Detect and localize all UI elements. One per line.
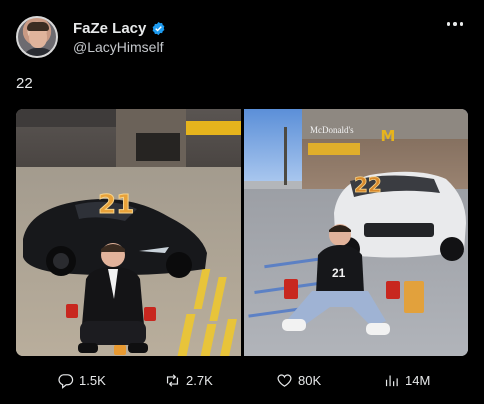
handle[interactable]: @LacyHimself — [73, 39, 166, 55]
food-bag — [114, 345, 126, 355]
tweet-header: FaZe Lacy @LacyHimself — [16, 15, 470, 59]
awning — [186, 121, 241, 135]
awning — [307, 143, 360, 155]
views-button[interactable]: 14M — [383, 367, 430, 393]
reply-icon — [58, 373, 74, 389]
food-bag — [403, 281, 424, 313]
avatar[interactable] — [16, 16, 58, 58]
more-dot — [459, 22, 464, 26]
reply-button[interactable]: 1.5K — [57, 367, 106, 393]
mcdonalds-arch-icon: M — [380, 127, 396, 145]
views-count: 14M — [405, 372, 431, 388]
display-name[interactable]: FaZe Lacy — [73, 20, 146, 37]
window — [136, 133, 180, 161]
more-icon[interactable] — [444, 17, 466, 31]
reply-count: 1.5K — [79, 372, 106, 388]
cake-numbers-21: 21 — [98, 190, 135, 218]
store-sign: McDonald's — [310, 125, 354, 135]
fries-box — [283, 279, 298, 299]
verified-icon[interactable] — [151, 21, 166, 36]
palm-tree — [283, 127, 287, 185]
fries-box — [144, 307, 156, 321]
tweet-card: FaZe Lacy @LacyHimself 22 21 McDonald's … — [0, 0, 484, 404]
avatar-hair — [27, 22, 49, 31]
media-grid: 21 McDonald's M 22 21 — [16, 109, 468, 356]
repost-icon — [166, 373, 179, 387]
fries-box — [66, 304, 78, 318]
like-button[interactable]: 80K — [276, 367, 321, 393]
more-dot — [453, 22, 457, 26]
more-dot — [446, 22, 451, 26]
like-count: 80K — [298, 372, 322, 388]
building-roof — [16, 109, 126, 127]
repost-count: 2.7K — [186, 372, 213, 388]
photo-right[interactable]: McDonald's M 22 21 — [243, 109, 468, 356]
svg-text:21: 21 — [332, 266, 346, 280]
fries-box — [385, 281, 400, 299]
cake-numbers-22: 22 — [353, 173, 382, 195]
svg-text:22: 22 — [354, 173, 382, 195]
repost-button[interactable]: 2.7K — [164, 367, 213, 393]
person-sitting: 21 — [281, 224, 390, 335]
author-names: FaZe Lacy @LacyHimself — [73, 20, 166, 55]
views-icon — [385, 375, 398, 386]
action-bar: 1.5K 2.7K 80K 14M — [0, 367, 484, 393]
display-name-row: FaZe Lacy — [73, 20, 166, 37]
svg-text:McDonald's: McDonald's — [310, 125, 354, 135]
tweet-text: 22 — [16, 75, 33, 92]
avatar-body — [22, 48, 56, 56]
like-icon — [277, 373, 292, 387]
photo-left[interactable]: 21 — [16, 109, 241, 356]
person-sitting — [78, 243, 148, 353]
svg-text:21: 21 — [98, 190, 134, 217]
